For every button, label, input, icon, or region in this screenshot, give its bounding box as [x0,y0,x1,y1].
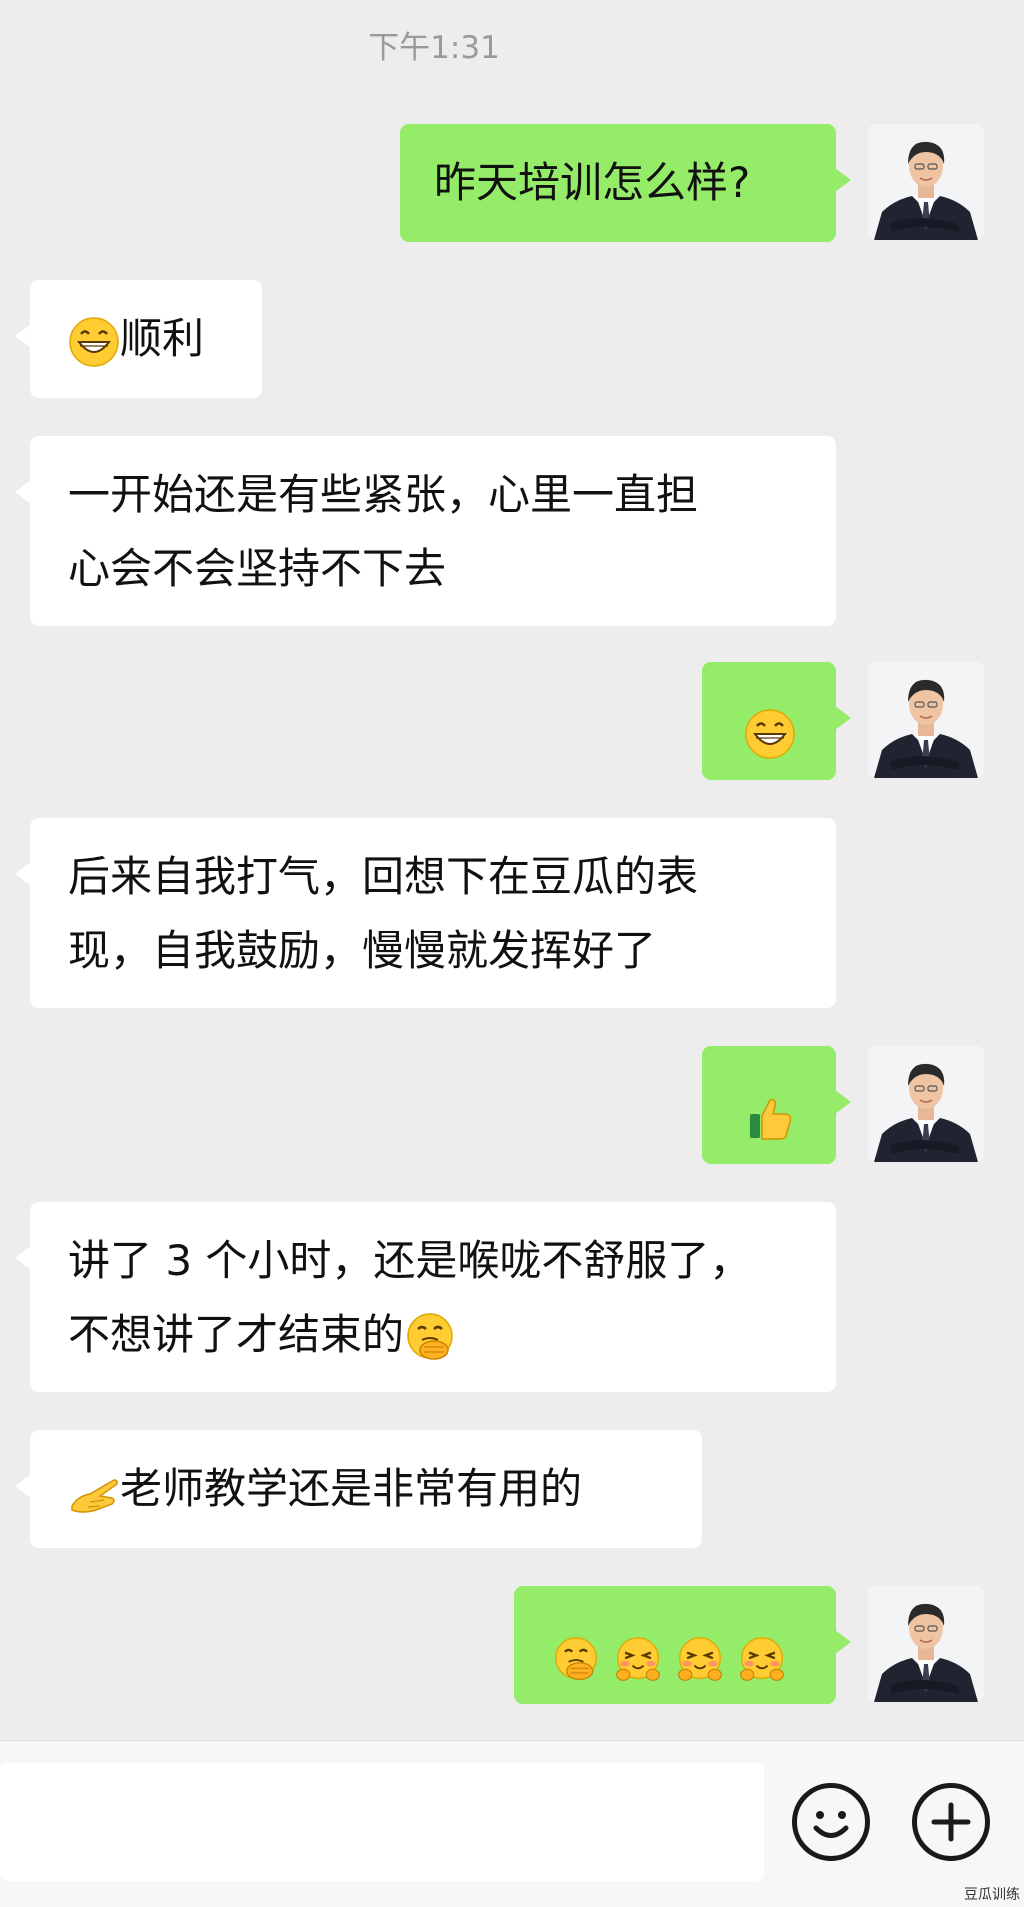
message-bubble-outgoing[interactable] [702,662,851,780]
message-text: 昨天培训怎么样? [434,158,751,207]
message-text-line: 现，自我鼓励，慢慢就发挥好了 [68,926,657,975]
watermark: 豆瓜训练 [964,1887,1020,1903]
message-text-line: 讲了 3 个小时，还是喉咙不舒服了， [68,1236,752,1285]
message-bubble-incoming[interactable]: 顺利 [15,280,262,398]
laughing-emoji-icon [676,1636,724,1684]
user-avatar[interactable] [868,662,984,778]
grinning-emoji-icon [744,708,796,760]
message-bubble-incoming[interactable]: 老师教学还是非常有用的 [15,1430,702,1548]
user-avatar[interactable] [868,1046,984,1162]
message-bubble-outgoing[interactable] [514,1586,851,1704]
user-avatar[interactable] [868,124,984,240]
thumbs-up-emoji-icon [744,1092,796,1144]
message-text-line: 不想讲了才结束的 [68,1310,405,1359]
message-bubble-incoming[interactable]: 讲了 3 个小时，还是喉咙不舒服了， 不想讲了才结束的 [15,1202,836,1392]
message-text-line: 心会不会坚持不下去 [68,544,447,593]
message-text-line: 一开始还是有些紧张，心里一直担 [68,470,699,519]
message-text: 老师教学还是非常有用的 [120,1464,583,1513]
message-timestamp: 下午1:31 [368,30,500,66]
laughing-emoji-icon [614,1636,662,1684]
laughing-emoji-icon [738,1636,786,1684]
hand-over-mouth-emoji-icon [404,1312,456,1364]
hand-over-mouth-emoji-icon [552,1636,600,1684]
message-text: 顺利 [120,314,205,363]
pointing-hand-emoji-icon [68,1466,120,1518]
plus-circle-icon [931,1802,971,1842]
grinning-emoji-icon [68,316,120,368]
message-text-line: 后来自我打气，回想下在豆瓜的表 [68,852,699,901]
emoji-button[interactable] [792,1783,870,1861]
message-input[interactable] [0,1763,764,1881]
message-bubble-incoming[interactable]: 一开始还是有些紧张，心里一直担 心会不会坚持不下去 [15,436,836,626]
user-avatar[interactable] [868,1586,984,1702]
message-bubble-incoming[interactable]: 后来自我打气，回想下在豆瓜的表 现，自我鼓励，慢慢就发挥好了 [15,818,836,1008]
smiley-face-icon [813,1811,849,1838]
message-bubble-outgoing[interactable] [702,1046,851,1164]
chat-input-bar [0,1740,1024,1907]
message-bubble-outgoing[interactable]: 昨天培训怎么样? [400,124,851,242]
more-options-button[interactable] [912,1783,990,1861]
